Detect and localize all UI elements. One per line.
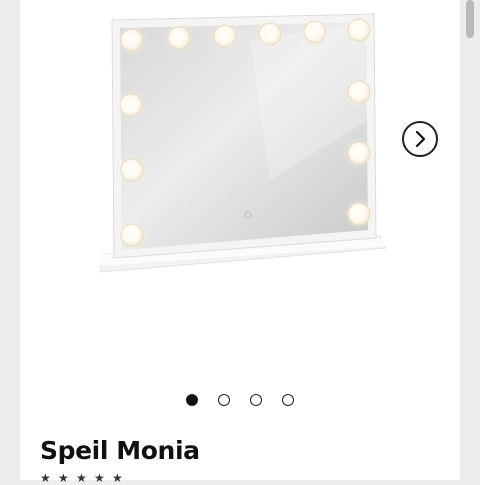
- star-icon: ★: [94, 471, 105, 485]
- star-icon: ★: [112, 471, 123, 485]
- next-image-button[interactable]: [402, 121, 438, 157]
- star-icon: ★: [76, 471, 87, 485]
- gallery-pagination: [20, 392, 460, 408]
- gallery-dot-2[interactable]: [218, 394, 230, 406]
- left-gutter: [0, 0, 20, 480]
- star-icon: ★: [58, 471, 69, 485]
- gallery-dot-4[interactable]: [282, 394, 294, 406]
- scrollbar-thumb[interactable]: [466, 0, 474, 38]
- product-title: Speil Monia: [40, 436, 200, 465]
- product-image: [99, 13, 387, 273]
- scrollbar-track[interactable]: [460, 0, 480, 480]
- gallery-dot-1[interactable]: [186, 394, 198, 406]
- star-icon: ★: [40, 471, 51, 485]
- chevron-right-icon: [415, 130, 426, 148]
- rating-stars: ★ ★ ★ ★ ★: [40, 472, 124, 484]
- gallery-dot-3[interactable]: [250, 394, 262, 406]
- product-card: Speil Monia ★ ★ ★ ★ ★: [20, 0, 460, 484]
